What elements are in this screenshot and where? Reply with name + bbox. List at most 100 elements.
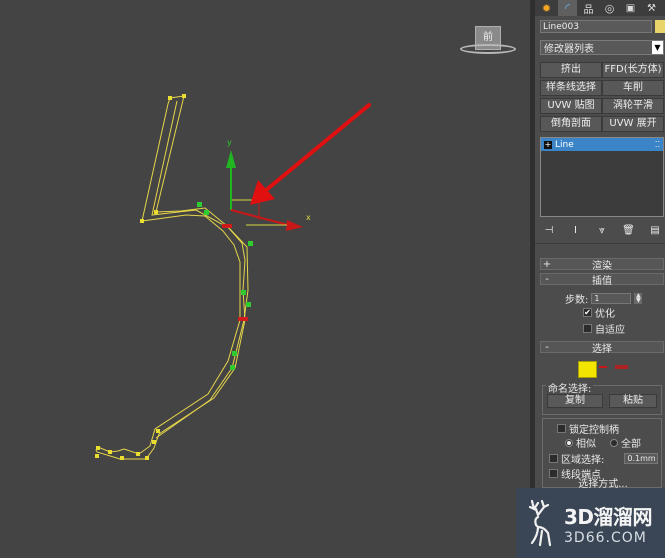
hierarchy-icon: 品 bbox=[583, 4, 594, 16]
turbosmooth-button[interactable]: 涡轮平滑 bbox=[602, 98, 664, 114]
copy-button[interactable]: 复制 bbox=[547, 394, 603, 408]
spinner-arrows-icon[interactable]: ▲ ▼ bbox=[634, 293, 643, 304]
rollout-toggle: - bbox=[545, 273, 549, 285]
command-panel: ✹ ◜ 品 ◎ ▣ ⚒ Line003 修改器列表 ▼ 挤出 FFD(长方体) … bbox=[530, 0, 665, 558]
segment-selection-icon[interactable] bbox=[599, 366, 607, 368]
area-selection-input[interactable]: 0.1mm bbox=[624, 453, 659, 464]
transform-gizmo: y x bbox=[226, 138, 311, 231]
interpolation-rollout-header[interactable]: - 插值 bbox=[540, 273, 664, 287]
selected-vertex bbox=[246, 302, 251, 307]
configure-sets-icon[interactable]: ▤ bbox=[646, 223, 664, 237]
selected-vertex bbox=[197, 202, 202, 207]
viewcube[interactable]: 前 bbox=[460, 24, 516, 58]
axis-x-label: x bbox=[306, 213, 311, 222]
motion-circle-icon: ◎ bbox=[604, 1, 615, 15]
area-selection-checkbox[interactable] bbox=[549, 454, 558, 463]
spline-vertex bbox=[152, 440, 156, 444]
viewcube-ring[interactable] bbox=[460, 44, 516, 54]
utilities-tab[interactable]: ⚒ bbox=[642, 0, 661, 16]
similar-label: 相似 bbox=[576, 439, 596, 450]
remove-modifier-icon[interactable]: 🗑 bbox=[620, 223, 638, 237]
watermark-text: 3D溜溜网 3D66.COM bbox=[564, 501, 653, 546]
hierarchy-tab[interactable]: 品 bbox=[579, 0, 598, 16]
spline-inner bbox=[151, 100, 249, 439]
selection-rollout-header[interactable]: - 选择 bbox=[540, 341, 664, 355]
spline-outer bbox=[95, 95, 246, 460]
red-vertex bbox=[238, 317, 248, 321]
sun-icon: ✹ bbox=[541, 1, 552, 15]
adaptive-checkbox[interactable] bbox=[583, 324, 592, 333]
create-tab[interactable]: ✹ bbox=[537, 0, 556, 16]
bevel-profile-button[interactable]: 倒角剖面 bbox=[540, 116, 602, 132]
motion-tab[interactable]: ◎ bbox=[600, 0, 619, 16]
spline-vertex bbox=[95, 454, 99, 458]
deer-logo-icon bbox=[528, 499, 552, 547]
lathe-button[interactable]: 车削 bbox=[602, 80, 664, 96]
stack-toolbar: ⊣ Ⅰ ⩔ 🗑 ▤ bbox=[540, 222, 664, 238]
uvw-map-button[interactable]: UVW 贴图 bbox=[540, 98, 602, 114]
spline-vertex bbox=[108, 450, 112, 454]
spline-vertex bbox=[168, 96, 172, 100]
spline-vertex bbox=[182, 94, 186, 98]
annotation-arrow bbox=[250, 103, 371, 205]
rollout-toggle: + bbox=[542, 258, 552, 270]
spline-vertex bbox=[140, 219, 144, 223]
selected-vertex bbox=[232, 351, 237, 356]
similar-radio[interactable] bbox=[565, 438, 573, 447]
expand-icon[interactable]: + bbox=[544, 140, 552, 149]
optimize-label: 优化 bbox=[595, 309, 615, 320]
unwrap-uvw-button[interactable]: UVW 展开 bbox=[602, 116, 664, 132]
rendering-rollout-header[interactable]: + 渲染 bbox=[540, 258, 664, 272]
subobject-dots-icon: ⁚⁚ bbox=[654, 140, 660, 149]
object-color-swatch[interactable] bbox=[655, 20, 665, 33]
watermark-main: 3D溜溜网 bbox=[564, 504, 653, 529]
spline-vertex bbox=[96, 446, 100, 450]
hammer-icon: ⚒ bbox=[647, 2, 656, 14]
viewport-canvas: y x bbox=[95, 94, 371, 460]
spline-select-button[interactable]: 样条线选择 bbox=[540, 80, 602, 96]
watermark: 3D溜溜网 3D66.COM bbox=[516, 488, 665, 558]
make-unique-icon[interactable]: ⩔ bbox=[593, 223, 611, 237]
segment-end-checkbox[interactable] bbox=[549, 469, 558, 478]
spline-vertex bbox=[136, 452, 140, 456]
perspective-viewport[interactable]: y x 前 bbox=[0, 0, 530, 558]
lock-handles-checkbox[interactable] bbox=[557, 424, 566, 433]
ffd-box-button[interactable]: FFD(长方体) bbox=[602, 62, 664, 78]
rollout-title: 渲染 bbox=[592, 260, 612, 272]
watermark-sub: 3D66.COM bbox=[564, 529, 647, 546]
modify-tab[interactable]: ◜ bbox=[558, 0, 577, 16]
axis-y-label: y bbox=[227, 138, 232, 147]
pin-stack-icon[interactable]: ⊣ bbox=[540, 223, 558, 237]
selected-vertex bbox=[204, 210, 209, 215]
area-selection-label: 区域选择: bbox=[561, 455, 605, 466]
steps-spinner[interactable]: 1 bbox=[591, 293, 632, 304]
object-name-input[interactable]: Line003 bbox=[540, 20, 652, 33]
extrude-button[interactable]: 挤出 bbox=[540, 62, 602, 78]
show-end-result-icon[interactable]: Ⅰ bbox=[567, 223, 585, 237]
rollout-title: 选择 bbox=[592, 343, 612, 355]
adaptive-label: 自适应 bbox=[595, 325, 625, 336]
spline-selection-icon[interactable] bbox=[615, 365, 628, 369]
stack-item-line[interactable]: + Line ⁚⁚ bbox=[541, 138, 663, 151]
vertex-selection-icon[interactable] bbox=[578, 361, 597, 378]
chevron-down-icon[interactable]: ▼ bbox=[652, 41, 663, 54]
all-label: 全部 bbox=[621, 439, 641, 450]
spline-vertex bbox=[120, 456, 124, 460]
red-vertex bbox=[222, 224, 232, 228]
named-selection-label: 命名选择: bbox=[548, 384, 592, 395]
rollout-toggle: - bbox=[545, 341, 549, 353]
optimize-row: ✔ 优化 bbox=[583, 305, 615, 320]
modifier-list-dropdown[interactable]: 修改器列表 ▼ bbox=[540, 40, 664, 55]
optimize-checkbox[interactable]: ✔ bbox=[583, 308, 592, 317]
paste-button[interactable]: 粘贴 bbox=[609, 394, 657, 408]
all-radio[interactable] bbox=[610, 438, 618, 447]
modifier-stack[interactable]: + Line ⁚⁚ bbox=[540, 137, 664, 217]
object-name-bar: Line003 bbox=[540, 20, 665, 33]
spline-vertex bbox=[154, 210, 158, 214]
spline-vertex bbox=[145, 456, 149, 460]
stack-item-label: Line bbox=[555, 139, 574, 150]
lock-handles-row: 锁定控制柄 bbox=[557, 421, 619, 436]
lock-handles-label: 锁定控制柄 bbox=[569, 425, 619, 436]
display-tab[interactable]: ▣ bbox=[621, 0, 640, 16]
steps-row: 步数: 1 ▲ ▼ bbox=[565, 291, 643, 306]
